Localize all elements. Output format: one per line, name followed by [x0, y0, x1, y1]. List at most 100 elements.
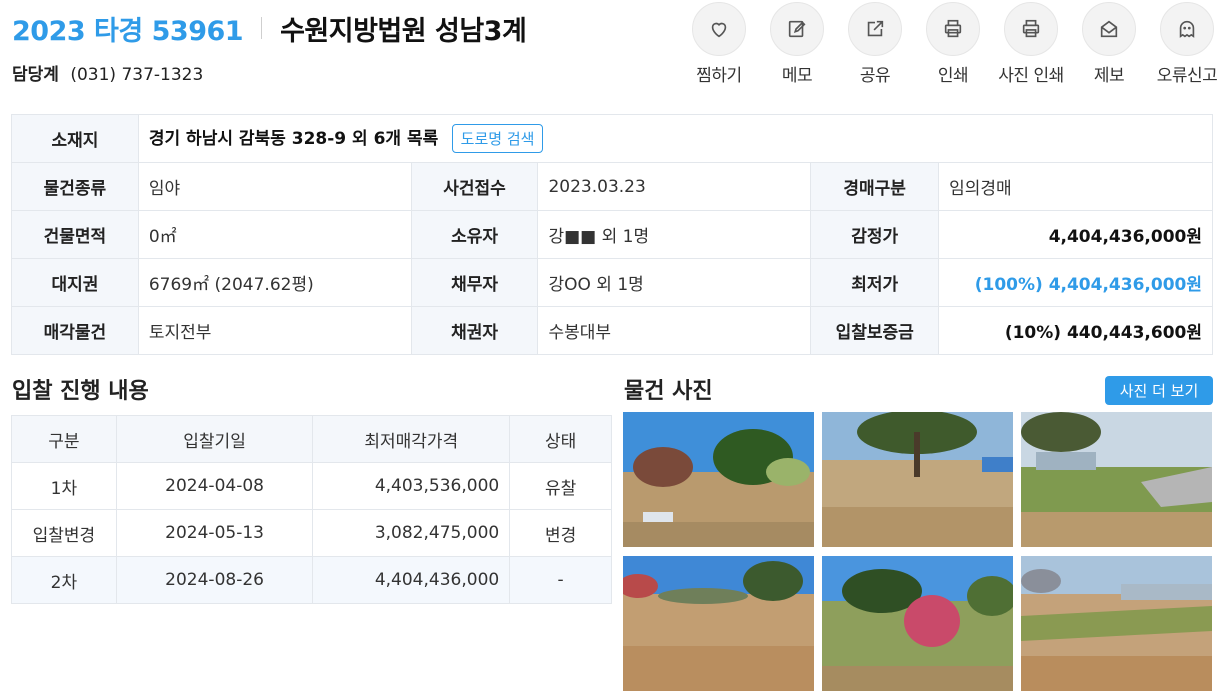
property-photo[interactable] — [822, 412, 1013, 547]
photo-print-button-circle — [1004, 2, 1058, 56]
bid-round: 2차 — [11, 556, 117, 604]
table-row: 입찰변경 2024-05-13 3,082,475,000 변경 — [11, 509, 612, 557]
memo-button-circle — [770, 2, 824, 56]
location-value: 경기 하남시 감북동 328-9 외 6개 목록 — [148, 129, 439, 149]
print-label: 인쇄 — [937, 66, 969, 86]
debtor-value: 강OO 외 1명 — [537, 258, 812, 307]
info-row: 매각물건 토지전부 채권자 수봉대부 입찰보증금 (10%) 440,443,6… — [11, 306, 1213, 355]
info-row: 물건종류 임야 사건접수 2023.03.23 경매구분 임의경매 — [11, 162, 1213, 211]
share-label: 공유 — [859, 66, 891, 86]
bid-deposit-value: (10%) 440,443,600원 — [938, 306, 1213, 355]
photo-landscape-3 — [1021, 412, 1212, 547]
court-name: 수원지방법원 성남3계 — [280, 15, 527, 47]
error-report-label: 오류신고 — [1156, 66, 1218, 86]
property-type-label: 물건종류 — [11, 162, 139, 211]
bid-deposit-label: 입찰보증금 — [810, 306, 940, 355]
photo-print-label: 사진 인쇄 — [998, 66, 1064, 86]
location-row: 소재지 경기 하남시 감북동 328-9 외 6개 목록 도로명 검색 — [11, 114, 1214, 163]
bid-round: 1차 — [11, 462, 117, 510]
bid-date: 2024-05-13 — [115, 509, 314, 557]
memo-edit-icon — [788, 20, 806, 38]
property-photo[interactable] — [1021, 556, 1212, 691]
print-button[interactable]: 인쇄 — [914, 2, 992, 86]
bid-status: - — [509, 556, 612, 604]
building-area-label: 건물면적 — [11, 210, 139, 259]
property-photo[interactable] — [822, 556, 1013, 691]
error-report-button[interactable]: 오류신고 — [1148, 2, 1226, 86]
property-type-value: 임야 — [137, 162, 412, 211]
memo-label: 메모 — [781, 66, 813, 86]
print-button-circle — [926, 2, 980, 56]
bid-history-table: 구분 입찰기일 최저매각가격 상태 1차 2024-04-08 4,403,53… — [11, 415, 612, 604]
owner-value: 강■■ 외 1명 — [537, 210, 812, 259]
appraisal-value: 4,404,436,000원 — [938, 210, 1213, 259]
share-button[interactable]: 공유 — [836, 2, 914, 86]
memo-button[interactable]: 메모 — [758, 2, 836, 86]
ghost-icon — [1179, 20, 1195, 38]
appraisal-label: 감정가 — [810, 210, 940, 259]
printer-icon — [944, 19, 962, 38]
debtor-label: 채무자 — [410, 258, 539, 307]
photo-landscape-2 — [822, 412, 1013, 547]
minimum-price-label: 최저가 — [810, 258, 940, 307]
round-header: 구분 — [11, 415, 117, 463]
contact-info: 담당계 (031) 737-1323 — [12, 60, 526, 85]
envelope-icon — [1100, 20, 1118, 38]
bid-status-changed: 변경 — [509, 509, 612, 557]
action-toolbar: 찜하기 메모 공유 인쇄 사진 인쇄 제보 오류신고 — [680, 2, 1226, 86]
photo-landscape-6 — [1021, 556, 1212, 691]
bid-status: 유찰 — [509, 462, 612, 510]
minimum-price-value: (100%) 4,404,436,000원 — [938, 258, 1213, 307]
property-photo[interactable] — [623, 412, 814, 547]
owner-label: 소유자 — [410, 210, 539, 259]
creditor-value: 수봉대부 — [537, 306, 812, 355]
status-header: 상태 — [509, 415, 612, 463]
favorite-button-circle — [692, 2, 746, 56]
printer-icon — [1022, 19, 1040, 38]
photo-landscape-4 — [623, 556, 814, 691]
bid-round: 입찰변경 — [11, 509, 117, 557]
road-name-search-button[interactable]: 도로명 검색 — [451, 124, 544, 153]
auction-type-label: 경매구분 — [810, 162, 940, 211]
table-row: 1차 2024-04-08 4,403,536,000 유찰 — [11, 462, 612, 510]
property-photo[interactable] — [623, 556, 814, 691]
favorite-label: 찜하기 — [696, 66, 742, 86]
share-icon — [867, 20, 884, 37]
report-label: 제보 — [1093, 66, 1125, 86]
land-right-value: 6769㎡ (2047.62평) — [137, 258, 412, 307]
bid-price: 4,404,436,000 — [312, 556, 511, 604]
photo-landscape-1 — [623, 412, 814, 547]
land-right-label: 대지권 — [11, 258, 139, 307]
photo-print-button[interactable]: 사진 인쇄 — [992, 2, 1070, 86]
info-row: 건물면적 0㎡ 소유자 강■■ 외 1명 감정가 4,404,436,000원 — [11, 210, 1213, 259]
creditor-label: 채권자 — [410, 306, 539, 355]
location-label: 소재지 — [11, 114, 139, 163]
case-received-value: 2023.03.23 — [537, 162, 812, 211]
error-report-button-circle — [1160, 2, 1214, 56]
bid-price: 4,403,536,000 — [312, 462, 511, 510]
more-photos-button[interactable]: 사진 더 보기 — [1105, 376, 1213, 405]
report-button-circle — [1082, 2, 1136, 56]
contact-phone: (031) 737-1323 — [70, 65, 204, 85]
bid-section-title: 입찰 진행 내용 — [12, 379, 149, 404]
sale-item-label: 매각물건 — [11, 306, 139, 355]
bid-date-header: 입찰기일 — [115, 415, 314, 463]
auction-type-value: 임의경매 — [938, 162, 1213, 211]
favorite-button[interactable]: 찜하기 — [680, 2, 758, 86]
photo-section-title: 물건 사진 — [624, 379, 713, 404]
heart-icon — [711, 22, 727, 38]
case-number: 2023 타경 53961 — [12, 15, 244, 47]
bid-date: 2024-04-08 — [115, 462, 314, 510]
share-button-circle — [848, 2, 902, 56]
min-price-header: 최저매각가격 — [312, 415, 511, 463]
case-header: 2023 타경 53961 수원지방법원 성남3계 담당계 (031) 737-… — [12, 10, 527, 86]
contact-label: 담당계 — [12, 65, 59, 85]
info-row: 대지권 6769㎡ (2047.62평) 채무자 강OO 외 1명 최저가 (1… — [11, 258, 1213, 307]
bid-date: 2024-08-26 — [115, 556, 314, 604]
building-area-value: 0㎡ — [137, 210, 412, 259]
photo-grid — [623, 412, 1212, 691]
sale-item-value: 토지전부 — [137, 306, 412, 355]
report-button[interactable]: 제보 — [1070, 2, 1148, 86]
property-photo[interactable] — [1021, 412, 1212, 547]
table-row: 2차 2024-08-26 4,404,436,000 - — [11, 556, 612, 604]
